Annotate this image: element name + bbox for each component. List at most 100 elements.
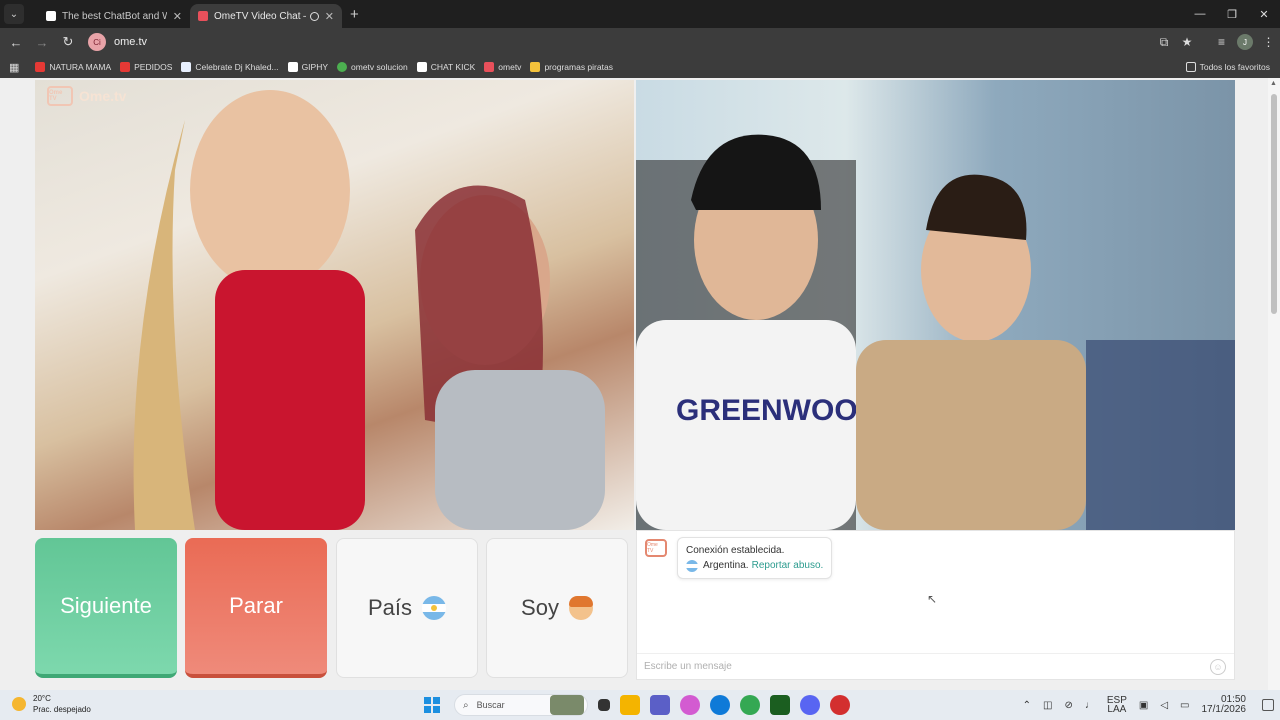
weather-widget[interactable]: 20°C Prac. despejado xyxy=(12,693,91,715)
notifications-icon[interactable] xyxy=(1262,699,1274,711)
weather-temp: 20°C xyxy=(33,694,51,703)
bookmark-favicon-icon xyxy=(35,62,46,72)
address-bar[interactable]: Ci ome.tv xyxy=(88,31,1148,53)
sun-icon xyxy=(12,697,26,711)
bookmark-ometv[interactable]: ometv xyxy=(484,62,521,72)
close-tab-icon[interactable]: ✕ xyxy=(325,10,334,23)
country-filter-button[interactable]: País xyxy=(336,538,478,678)
tab-ometv[interactable]: OmeTV Video Chat — Ome ✕ xyxy=(190,4,342,28)
bookmark-pedidos[interactable]: PEDIDOS xyxy=(120,62,172,72)
menu-kebab-icon[interactable]: ⋮ xyxy=(1258,31,1280,53)
teams-icon[interactable] xyxy=(650,695,670,715)
message-input[interactable]: Escribe un mensaje ☺ xyxy=(637,653,1234,679)
partner-country: Argentina. xyxy=(703,560,749,571)
bookmark-favicon-icon xyxy=(416,62,427,72)
profile-avatar[interactable]: J xyxy=(1237,34,1253,50)
mute-icon[interactable]: ⊘ xyxy=(1064,700,1072,711)
back-icon[interactable]: ← xyxy=(4,30,28,54)
bookmark-celebrate[interactable]: Celebrate Dj Khaled... xyxy=(181,62,279,72)
scroll-up-icon[interactable]: ▲ xyxy=(1270,80,1277,87)
toolbar-actions: ⧉ ★ ≡ J ⋮ xyxy=(1153,28,1280,56)
apps-grid-icon[interactable]: ▦ xyxy=(9,61,19,74)
report-abuse-link[interactable]: Reportar abuso. xyxy=(752,560,824,571)
folder-icon xyxy=(1185,62,1196,72)
copilot-icon[interactable] xyxy=(680,695,700,715)
all-bookmarks-folder[interactable]: Todos los favoritos xyxy=(1185,56,1270,78)
display-icon[interactable]: ▣ xyxy=(1139,700,1148,711)
tab-chatbot[interactable]: The best ChatBot and Widgets ✕ xyxy=(38,4,190,28)
language-indicator[interactable]: ESP LAA xyxy=(1107,696,1127,715)
tab-favicon-icon xyxy=(46,11,56,21)
bookmark-ometv-solucion[interactable]: ometv solucion xyxy=(337,62,408,72)
tab-title: The best ChatBot and Widgets xyxy=(62,10,167,22)
ometv-logo: Ome TV Ome.tv xyxy=(47,86,126,106)
clock[interactable]: 01:50 17/1/2026 xyxy=(1202,695,1247,715)
widgets-app-icon[interactable] xyxy=(550,695,584,715)
ometv-page: Ome TV Ome.tv GREENWOOD Siguiente Parar … xyxy=(0,78,1268,690)
self-video: GREENWOOD xyxy=(636,80,1235,530)
volume-icon[interactable]: ◁ xyxy=(1160,700,1168,711)
discord-icon[interactable] xyxy=(800,695,820,715)
network-icon[interactable]: ◫ xyxy=(1043,700,1052,711)
tray-overflow-icon[interactable]: ⌃ xyxy=(1023,700,1031,711)
close-tab-icon[interactable]: ✕ xyxy=(173,10,182,23)
argentina-flag-icon xyxy=(422,596,447,620)
task-view-icon[interactable] xyxy=(598,699,610,711)
close-window-icon[interactable]: ✕ xyxy=(1248,0,1280,28)
partner-country-line: Argentina. Reportar abuso. xyxy=(686,558,823,573)
microphone-icon[interactable]: ♩ xyxy=(1085,700,1095,711)
page-scrollbar[interactable]: ▲ xyxy=(1268,78,1280,690)
app-icon[interactable] xyxy=(830,695,850,715)
gender-button[interactable]: Soy xyxy=(486,538,628,678)
weather-desc: Prac. despejado xyxy=(33,705,91,714)
system-tray: ⌃ ◫ ⊘ ♩ ESP LAA ▣ ◁ ▭ 01:50 17/1/2026 xyxy=(1017,690,1280,720)
bookmarks-bar: ▦ NATURA MAMA PEDIDOS Celebrate Dj Khale… xyxy=(0,56,1280,78)
bookmark-favicon-icon xyxy=(181,62,192,72)
install-app-icon[interactable]: ⧉ xyxy=(1153,31,1175,53)
windows-start-icon[interactable] xyxy=(424,697,440,713)
partner-video-scene xyxy=(133,90,605,530)
window-controls: — ❐ ✕ xyxy=(1184,0,1280,28)
self-video-scene: GREENWOOD xyxy=(636,134,1235,530)
new-tab-button[interactable]: + xyxy=(350,6,359,23)
connection-status: Conexión establecida. xyxy=(686,545,785,556)
stop-button[interactable]: Parar xyxy=(185,538,327,678)
site-info-icon[interactable]: Ci xyxy=(88,33,106,51)
edge-icon[interactable] xyxy=(710,695,730,715)
bookmark-favicon-icon xyxy=(530,62,541,72)
clock-date: 17/1/2026 xyxy=(1201,704,1247,715)
next-button[interactable]: Siguiente xyxy=(35,538,177,678)
search-placeholder: Buscar xyxy=(476,700,505,710)
file-explorer-icon[interactable] xyxy=(620,695,640,715)
chrome-icon[interactable] xyxy=(740,695,760,715)
battery-icon[interactable]: ▭ xyxy=(1180,700,1189,711)
browser-toolbar: ← → ↻ Ci ome.tv ⧉ ★ ≡ J ⋮ xyxy=(0,28,1280,56)
bookmark-favicon-icon xyxy=(337,62,348,72)
tab-search-button[interactable]: ⌄ xyxy=(4,4,24,24)
bookmark-natura-mama[interactable]: NATURA MAMA xyxy=(35,62,111,72)
bookmark-chat-kick[interactable]: CHAT KICK xyxy=(416,62,475,72)
emoji-picker-icon[interactable]: ☺ xyxy=(1210,659,1226,675)
tv-logo-icon: Ome TV xyxy=(47,86,73,106)
reload-icon[interactable]: ↻ xyxy=(56,30,80,54)
browser-tab-bar: ⌄ The best ChatBot and Widgets ✕ OmeTV V… xyxy=(0,0,1280,28)
boy-emoji-icon xyxy=(568,596,593,620)
bookmark-giphy[interactable]: GIPHY xyxy=(287,62,328,72)
message-placeholder: Escribe un mensaje xyxy=(644,661,732,672)
app-icon[interactable] xyxy=(770,695,790,715)
tab-favicon-icon xyxy=(198,11,208,21)
bookmark-favicon-icon xyxy=(484,62,495,72)
ometv-chat-icon: Ome TV xyxy=(645,539,667,557)
partner-video: Ome TV Ome.tv xyxy=(35,80,634,530)
scrollbar-thumb[interactable] xyxy=(1271,94,1277,314)
maximize-icon[interactable]: ❐ xyxy=(1216,0,1248,28)
bookmark-programas-piratas[interactable]: programas piratas xyxy=(530,62,613,72)
search-icon: ⌕ xyxy=(463,699,469,711)
system-message: Conexión establecida. Argentina. Reporta… xyxy=(677,537,833,579)
shirt-print: GREENWOOD xyxy=(676,394,879,427)
bookmark-star-icon[interactable]: ★ xyxy=(1176,31,1198,53)
minimize-icon[interactable]: — xyxy=(1184,0,1216,28)
reading-list-icon[interactable]: ≡ xyxy=(1211,31,1233,53)
forward-icon[interactable]: → xyxy=(30,30,54,54)
recording-indicator-icon xyxy=(309,11,319,21)
